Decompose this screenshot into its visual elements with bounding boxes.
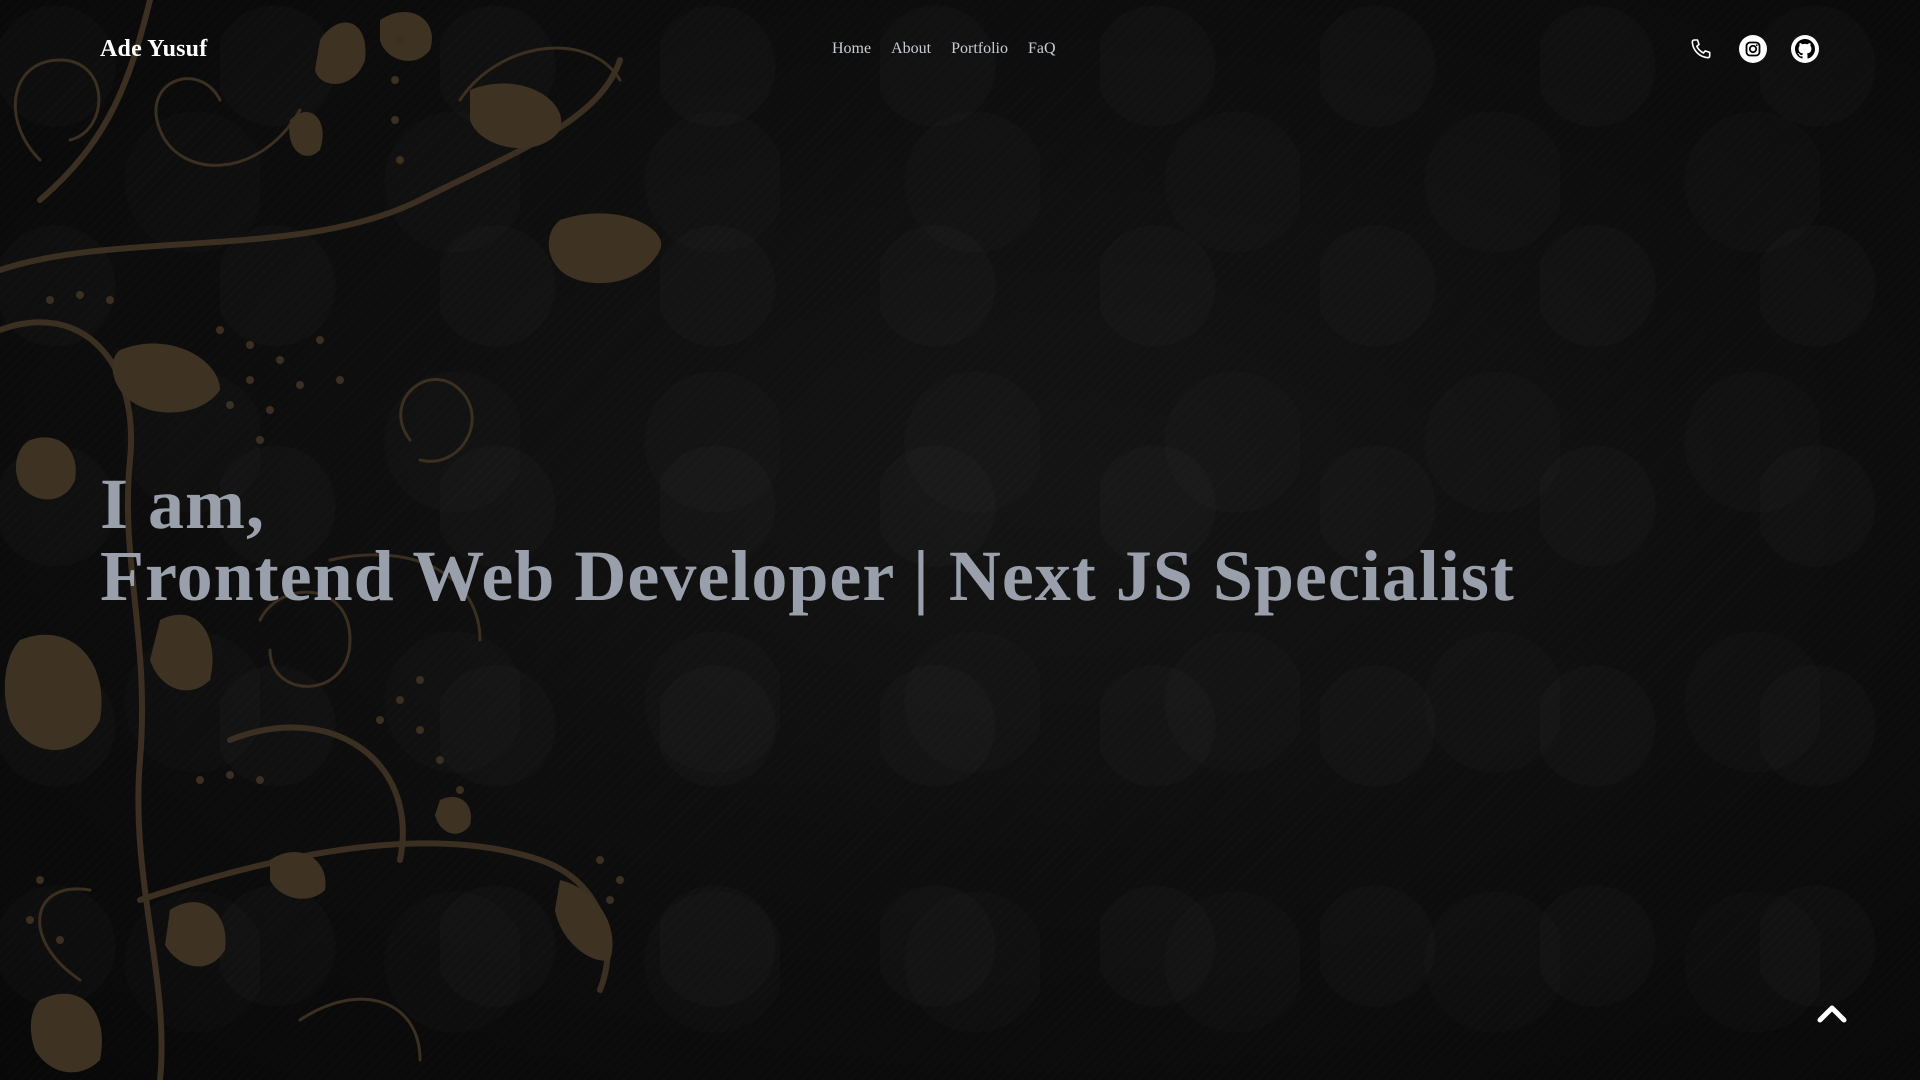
nav-about[interactable]: About	[891, 40, 931, 58]
nav-home[interactable]: Home	[832, 40, 871, 58]
github-icon	[1791, 35, 1819, 63]
chevron-up-icon	[1817, 1005, 1847, 1023]
instagram-link[interactable]	[1738, 34, 1768, 64]
page: Ade Yusuf Home About Portfolio FaQ I am,…	[0, 0, 1920, 1080]
nav-portfolio[interactable]: Portfolio	[951, 40, 1008, 58]
main-nav: Home About Portfolio FaQ	[832, 40, 1056, 58]
instagram-icon	[1739, 35, 1767, 63]
site-header: Ade Yusuf Home About Portfolio FaQ	[0, 0, 1920, 100]
brand-logo[interactable]: Ade Yusuf	[100, 36, 207, 63]
hero-intro: I am,	[100, 464, 265, 544]
phone-link[interactable]	[1686, 34, 1716, 64]
nav-faq[interactable]: FaQ	[1028, 40, 1056, 58]
hero-title: Frontend Web Developer | Next JS Special…	[100, 536, 1515, 616]
social-links	[1686, 34, 1820, 64]
github-link[interactable]	[1790, 34, 1820, 64]
hero-heading: I am, Frontend Web Developer | Next JS S…	[100, 468, 1515, 612]
phone-icon	[1691, 39, 1711, 59]
scroll-to-top-button[interactable]	[1812, 998, 1852, 1028]
